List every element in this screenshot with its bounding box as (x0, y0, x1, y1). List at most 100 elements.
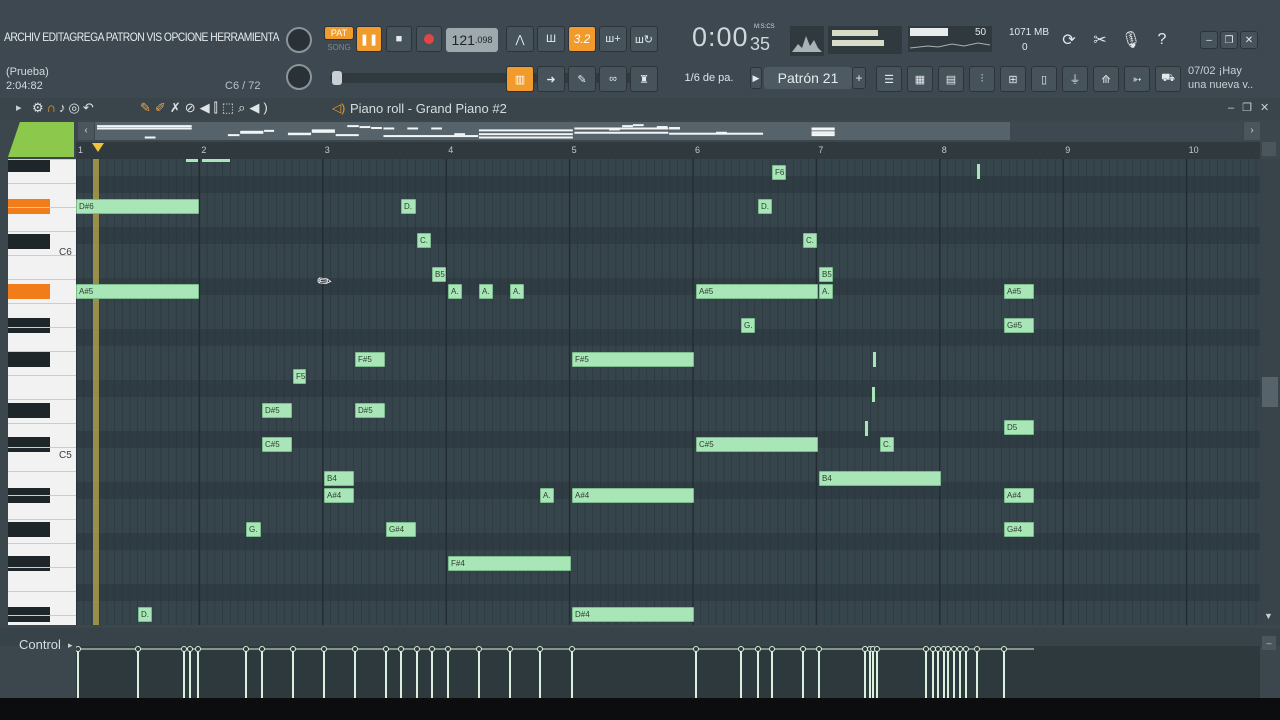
note[interactable]: D#5 (262, 403, 292, 418)
cut-tool-button[interactable]: ✂ (1087, 27, 1113, 53)
note[interactable]: A. (479, 284, 493, 299)
pat-mode-button[interactable]: PAT (324, 26, 354, 40)
short-note[interactable] (202, 159, 230, 162)
control-selector[interactable]: Control (19, 637, 61, 652)
note[interactable]: A#5 (696, 284, 818, 299)
note[interactable]: B5 (819, 267, 833, 282)
highlighted-key[interactable] (8, 284, 50, 299)
note[interactable]: G. (741, 318, 755, 333)
piano-roll-window-controls[interactable]: –❐✕ (1228, 101, 1277, 114)
timeline-ruler[interactable] (76, 142, 1260, 159)
note[interactable]: B4 (324, 471, 354, 486)
note[interactable]: G. (246, 522, 261, 537)
note[interactable]: F#5 (572, 352, 694, 367)
piano-roll-menu-arrow[interactable]: ▸ (16, 101, 22, 114)
channel-rack-button[interactable]: ▤ (938, 66, 964, 92)
note-grid[interactable]: D#6 A#5 D. C. B5 A. A. A. F#5 F5 D#5 D#5 C#5 B4 A#4 G. G… (76, 159, 1260, 625)
note[interactable]: F6 (772, 165, 786, 180)
add-pattern-button[interactable]: + (852, 67, 866, 89)
note[interactable]: A. (510, 284, 524, 299)
scroll-right-button[interactable]: › (1244, 122, 1260, 140)
note[interactable]: A#4 (324, 488, 354, 503)
main-menu[interactable]: ARCHIV EDITAGREGA PATRON VIS OPCIONE HER… (4, 30, 279, 44)
short-note[interactable] (872, 387, 875, 402)
record-button[interactable] (416, 26, 442, 52)
note[interactable]: A#4 (1004, 488, 1034, 503)
short-note[interactable] (977, 164, 980, 179)
edit-tools[interactable]: ✎✐✗⊘◀⫿⬚⌕◀) (140, 100, 272, 116)
note[interactable]: C#5 (262, 437, 292, 452)
note[interactable]: A. (540, 488, 554, 503)
control-dropdown-icon[interactable]: ▸ (68, 640, 73, 651)
minimize-button[interactable]: – (1200, 31, 1218, 49)
song-time-display[interactable]: 0:00 (692, 22, 749, 53)
loop-record-button[interactable]: ш↻ (630, 26, 658, 52)
note[interactable]: D#4 (572, 607, 694, 622)
playlist-button[interactable]: ☰ (876, 66, 902, 92)
black-key[interactable] (8, 159, 50, 172)
vertical-scrollbar[interactable]: ▼ (1260, 159, 1280, 625)
stop-button[interactable]: ■ (386, 26, 412, 52)
note[interactable]: A. (819, 284, 833, 299)
audio-input-button[interactable]: 🎙 (1118, 27, 1144, 53)
piano-keyboard[interactable]: C6 C5 (8, 159, 76, 625)
note[interactable]: A#5 (76, 284, 199, 299)
note[interactable]: B5 (432, 267, 446, 282)
plugin-picker-button[interactable]: ⏚ (1062, 66, 1088, 92)
short-note[interactable] (873, 352, 876, 367)
pin-button[interactable]: ➳ (1124, 66, 1150, 92)
tempo-display[interactable]: 121.098 (446, 28, 498, 52)
note[interactable]: C#5 (696, 437, 818, 452)
note[interactable]: G#5 (1004, 318, 1034, 333)
piano-roll-tools[interactable]: ⚙∩♪◎↶ (32, 100, 97, 116)
black-key[interactable] (8, 403, 50, 418)
note[interactable]: F5 (293, 369, 306, 384)
playhead-marker-icon[interactable] (92, 143, 104, 152)
wait-record-button[interactable]: Ш (537, 26, 565, 52)
browser-button[interactable]: ⊞ (1000, 66, 1026, 92)
short-note[interactable] (186, 159, 198, 162)
scroll-left-button[interactable]: ‹ (78, 122, 94, 140)
piano-roll-button[interactable]: ▥ (506, 66, 534, 92)
note[interactable]: A. (448, 284, 462, 299)
piano-roll-overview[interactable] (95, 122, 1010, 140)
play-button[interactable]: ❚❚ (356, 26, 382, 52)
note[interactable]: D. (138, 607, 152, 622)
pattern-selector[interactable]: Patrón 21 (764, 67, 852, 89)
short-note[interactable] (865, 421, 868, 436)
note[interactable]: D. (758, 199, 772, 214)
piano-roll-window-button[interactable]: ▦ (907, 66, 933, 92)
note[interactable]: G#4 (386, 522, 416, 537)
metronome-button[interactable]: ⋀ (506, 26, 534, 52)
black-key[interactable] (8, 352, 50, 367)
note[interactable]: D#5 (355, 403, 385, 418)
tempo-tapper-button[interactable]: ⟰ (1093, 66, 1119, 92)
black-key[interactable] (8, 437, 50, 452)
note[interactable]: G#4 (1004, 522, 1034, 537)
scroll-down-icon[interactable]: ▼ (1264, 611, 1273, 621)
stamp-button[interactable]: ♜ (630, 66, 658, 92)
velocity-lane[interactable] (75, 646, 1260, 698)
note[interactable]: D5 (1004, 420, 1034, 435)
help-button[interactable]: ? (1149, 27, 1175, 53)
snap-next-button[interactable]: ➜ (537, 66, 565, 92)
typing-keyboard-button[interactable]: ✎ (568, 66, 596, 92)
note[interactable]: D#6 (76, 199, 199, 214)
black-key[interactable] (8, 234, 50, 249)
note[interactable]: C. (417, 233, 431, 248)
note[interactable]: A#4 (572, 488, 694, 503)
black-key[interactable] (8, 318, 50, 333)
link-button[interactable]: ∞ (599, 66, 627, 92)
control-collapse-button[interactable]: – (1262, 636, 1276, 650)
maximize-button[interactable]: ❐ (1220, 31, 1238, 49)
zoom-corner-button[interactable] (1262, 142, 1276, 156)
countdown-button[interactable]: 3.2 (568, 26, 596, 52)
black-key[interactable] (8, 522, 50, 537)
scrollbar-thumb[interactable] (1262, 377, 1278, 407)
master-pitch-knob[interactable] (286, 64, 312, 90)
note[interactable]: B4 (819, 471, 941, 486)
note[interactable]: A#5 (1004, 284, 1034, 299)
note[interactable]: C. (880, 437, 894, 452)
news-line2[interactable]: una nueva v.. (1188, 79, 1253, 91)
master-volume-knob[interactable] (286, 27, 312, 53)
